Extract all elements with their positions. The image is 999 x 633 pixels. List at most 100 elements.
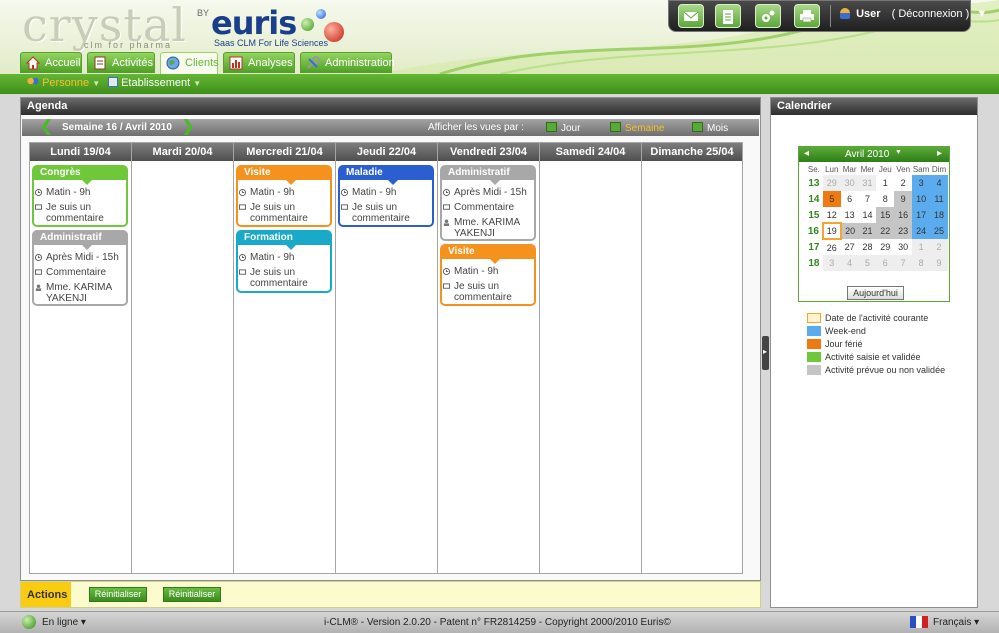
calendar-day[interactable]: 16 <box>894 207 913 223</box>
person-icon <box>35 284 42 291</box>
event-card[interactable]: Formation Matin - 9h Je suis un commenta… <box>236 230 332 293</box>
calendar-day[interactable]: 20 <box>840 223 859 239</box>
calendar-day[interactable]: 30 <box>840 175 859 191</box>
day-column-tuesday[interactable]: Mardi 20/04 <box>132 143 234 573</box>
logout-link[interactable]: ( Déconnexion ) <box>892 8 970 20</box>
event-card[interactable]: Administratif Après Midi - 15h Commentai… <box>440 165 536 241</box>
legend-swatch <box>807 365 821 375</box>
calendar-day[interactable]: 8 <box>912 255 931 271</box>
tab-accueil[interactable]: Accueil <box>20 52 82 73</box>
calendar-day[interactable]: 5 <box>858 255 877 271</box>
calendar-day[interactable]: 29 <box>822 175 841 191</box>
next-week-icon[interactable]: ❯ <box>182 119 195 134</box>
panel-collapse-handle[interactable]: ▸ <box>762 336 769 370</box>
day-header: Samedi 24/04 <box>540 143 641 161</box>
calendar-day[interactable]: 22 <box>876 223 895 239</box>
calendar-weekday-header: Jeu <box>878 165 892 174</box>
calendar-day[interactable]: 13 <box>841 207 859 223</box>
event-card[interactable]: Visite Matin - 9h Je suis un commentaire <box>440 244 536 306</box>
day-column-friday[interactable]: Vendredi 23/04 Administratif Après Midi … <box>438 143 540 573</box>
clock-icon <box>443 268 450 275</box>
view-semaine[interactable]: Semaine <box>610 122 664 134</box>
calendar-day[interactable]: 28 <box>859 239 877 255</box>
calendar-month[interactable]: Avril 2010 <box>845 149 889 160</box>
calendar-day[interactable]: 14 <box>859 207 877 223</box>
today-button[interactable]: Aujourd'hui <box>847 286 904 300</box>
language-selector[interactable]: Français ▾ <box>933 617 979 628</box>
document-icon[interactable] <box>715 4 741 28</box>
toolbar-divider <box>830 5 831 27</box>
calendar-weekday-header: Lun <box>825 165 839 174</box>
calendar-day[interactable]: 10 <box>912 191 931 207</box>
calendar-day[interactable]: 1 <box>912 239 931 255</box>
event-title: Visite <box>442 246 534 264</box>
calendar-day[interactable]: 3 <box>912 175 931 191</box>
event-card[interactable]: Congrès Matin - 9h Je suis un commentair… <box>32 165 128 227</box>
calendar-day[interactable]: 27 <box>841 239 859 255</box>
tab-administration[interactable]: Administration <box>300 52 395 73</box>
calendar-day[interactable]: 1 <box>876 175 894 191</box>
reset-button[interactable]: Réinitialiser <box>163 587 221 602</box>
calendar-day[interactable]: 2 <box>894 175 912 191</box>
calendar-day[interactable]: 7 <box>894 255 913 271</box>
tab-activites[interactable]: Activités <box>87 52 155 73</box>
event-comment-row: Je suis un commentaire <box>238 200 330 226</box>
calendar-day[interactable]: 8 <box>876 191 894 207</box>
subnav-personne[interactable]: Personne ▼ <box>27 77 100 89</box>
event-card[interactable]: Visite Matin - 9h Je suis un commentaire <box>236 165 332 227</box>
calendar-day[interactable]: 21 <box>858 223 877 239</box>
settings-icon[interactable] <box>755 4 781 28</box>
reset-button[interactable]: Réinitialiser <box>89 587 147 602</box>
mail-icon[interactable] <box>678 4 704 28</box>
calendar-day[interactable]: 18 <box>930 207 948 223</box>
calendar-day[interactable]: 19 <box>821 222 842 240</box>
previous-week-icon[interactable]: ❮ <box>40 119 53 134</box>
calendar-day[interactable]: 9 <box>894 191 913 207</box>
subnav-etablissement[interactable]: Etablissement ▼ <box>108 77 201 89</box>
day-column-saturday[interactable]: Samedi 24/04 <box>540 143 642 573</box>
calendar-day[interactable]: 2 <box>930 239 948 255</box>
calendar-day[interactable]: 12 <box>823 207 841 223</box>
legend-item: Activité saisie et validée <box>807 351 945 364</box>
view-jour[interactable]: Jour <box>546 122 580 134</box>
previous-month-icon[interactable]: ◂ <box>804 148 809 159</box>
day-column-wednesday[interactable]: Mercredi 21/04 Visite Matin - 9h Je suis… <box>234 143 336 573</box>
print-icon[interactable] <box>794 4 820 28</box>
calendar-day[interactable]: 3 <box>822 255 841 271</box>
event-card[interactable]: Maladie Matin - 9h Je suis un commentair… <box>338 165 434 227</box>
month-dropdown-icon[interactable]: ▼ <box>895 149 902 156</box>
day-column-thursday[interactable]: Jeudi 22/04 Maladie Matin - 9h Je suis u… <box>336 143 438 573</box>
event-card[interactable]: Administratif Après Midi - 15h Commentai… <box>32 230 128 306</box>
calendar-day[interactable]: 9 <box>930 255 948 271</box>
calendar-day[interactable]: 11 <box>930 191 948 207</box>
calendar-day[interactable]: 15 <box>876 207 895 223</box>
calendar-day[interactable]: 25 <box>930 223 948 239</box>
view-mois[interactable]: Mois <box>692 122 728 134</box>
calendar-day[interactable]: 6 <box>876 255 895 271</box>
event-comment-row: Je suis un commentaire <box>34 200 126 226</box>
calendar-day[interactable]: 29 <box>876 239 894 255</box>
calendar-day[interactable]: 5 <box>822 191 841 207</box>
user-menu-caret[interactable]: ▼ <box>976 8 987 20</box>
tab-clients[interactable]: Clients <box>160 52 219 74</box>
calendar-day[interactable]: 4 <box>840 255 859 271</box>
calendar-day[interactable]: 24 <box>912 223 931 239</box>
tab-analyses[interactable]: Analyses <box>223 52 295 73</box>
calendar-day[interactable]: 17 <box>912 207 931 223</box>
day-column-sunday[interactable]: Dimanche 25/04 <box>642 143 742 573</box>
week-navigation-bar: ❮ Semaine 16 / Avril 2010 ❯ Afficher les… <box>22 119 759 136</box>
next-month-icon[interactable]: ▸ <box>937 148 942 159</box>
online-status[interactable]: En ligne ▾ <box>42 617 86 628</box>
calendar-day[interactable]: 4 <box>930 175 948 191</box>
day-column-monday[interactable]: Lundi 19/04 Congrès Matin - 9h Je suis u… <box>30 143 132 573</box>
calendar-day[interactable]: 26 <box>823 239 841 255</box>
calendar-day[interactable]: 31 <box>858 175 877 191</box>
user-menu[interactable]: User ( Déconnexion ) ▼ <box>840 8 987 20</box>
online-status-icon <box>22 615 36 629</box>
calendar-day[interactable]: 30 <box>894 239 912 255</box>
calendar-day[interactable]: 23 <box>894 223 913 239</box>
legend-label: Jour férié <box>825 339 863 349</box>
calendar-day[interactable]: 7 <box>859 191 877 207</box>
calendar-day[interactable]: 6 <box>841 191 859 207</box>
clock-icon <box>35 189 42 196</box>
